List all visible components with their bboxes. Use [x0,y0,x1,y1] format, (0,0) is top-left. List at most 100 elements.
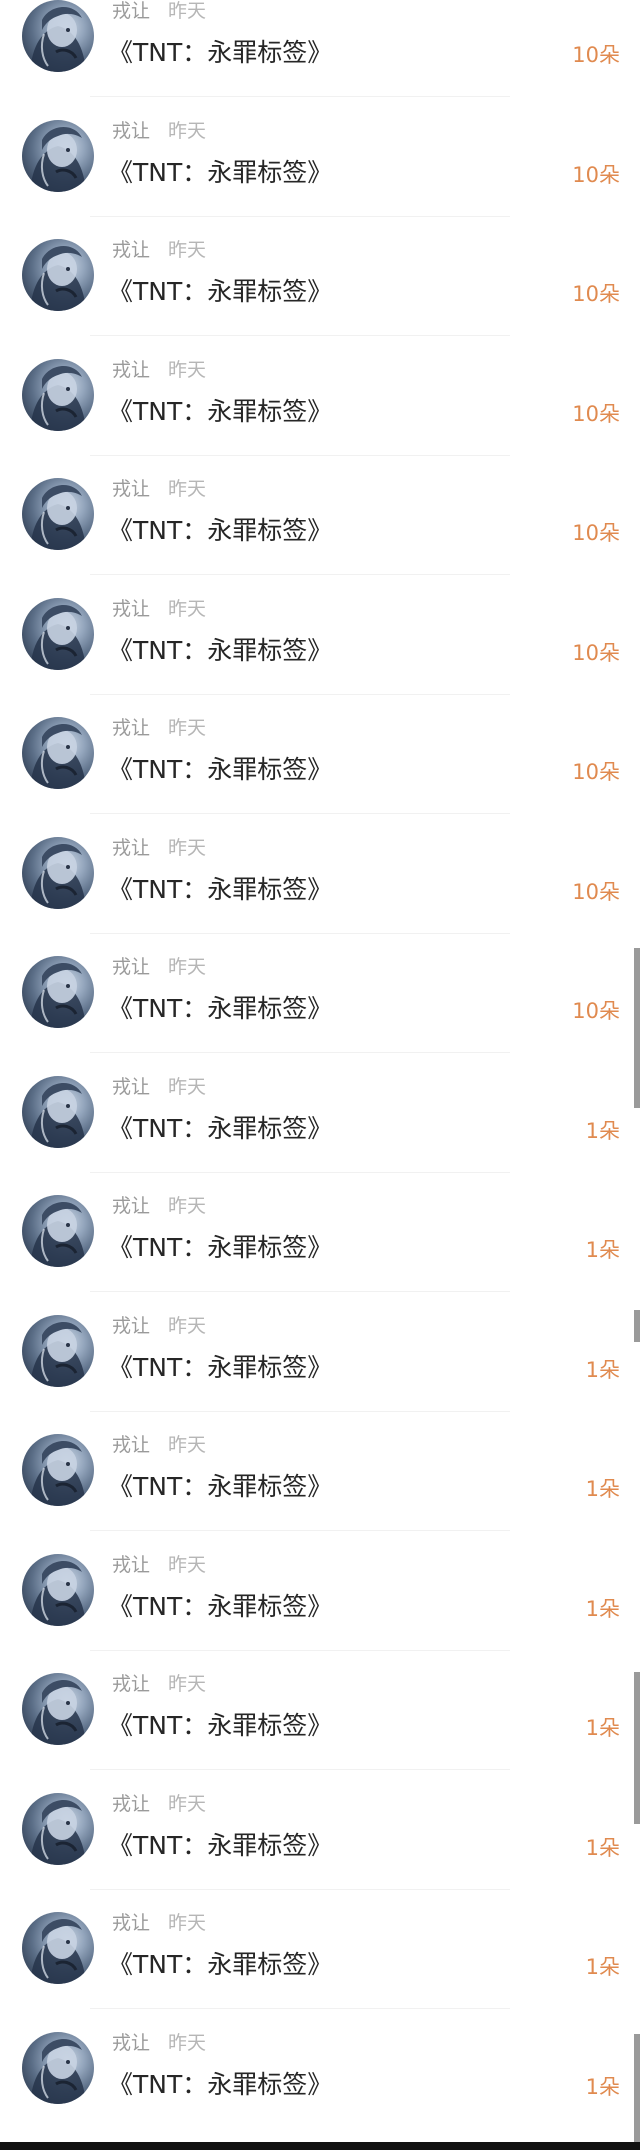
avatar[interactable] [22,836,94,909]
item-meta: 戎让 昨天 [112,119,206,143]
book-title[interactable]: 《TNT：永罪标签》 [108,633,332,669]
avatar[interactable] [22,1912,94,1984]
gift-amount: 1朵 [585,1835,620,1860]
book-title[interactable]: 《TNT：永罪标签》 [108,35,332,71]
gift-amount: 1朵 [585,1238,620,1262]
avatar[interactable] [22,1314,94,1387]
avatar[interactable] [22,1434,94,1506]
avatar[interactable] [22,956,94,1028]
avatar[interactable] [22,119,94,192]
avatar-art [30,723,86,789]
gift-amount: 10朵 [572,162,620,187]
book-title[interactable]: 《TNT：永罪标签》 [108,752,332,788]
sender-name[interactable]: 戎让 [112,1793,150,1815]
divider [90,96,510,97]
item-meta: 戎让 昨天 [112,358,206,382]
avatar[interactable] [22,1075,94,1148]
book-title[interactable]: 《TNT：永罪标签》 [108,394,332,430]
timestamp: 昨天 [168,717,207,739]
sender-name[interactable]: 戎让 [112,478,150,500]
book-title[interactable]: 《TNT：永罪标签》 [108,1708,332,1744]
list-item[interactable]: 戎让 昨天 《TNT：永罪标签》 1朵 [0,1672,640,1792]
book-title[interactable]: 《TNT：永罪标签》 [108,2067,332,2103]
book-title[interactable]: 《TNT：永罪标签》 [108,1828,332,1864]
gift-amount: 10朵 [572,760,620,784]
scroll-indicator [634,1310,640,1342]
sender-name[interactable]: 戎让 [112,1315,150,1337]
avatar[interactable] [22,597,94,670]
divider [90,1171,510,1173]
sender-name[interactable]: 戎让 [112,359,150,381]
list-item[interactable]: 戎让 昨天 《TNT：永罪标签》 10朵 [0,597,640,717]
sender-name[interactable]: 戎让 [112,120,150,142]
list-item[interactable]: 戎让 昨天 《TNT：永罪标签》 1朵 [0,2031,640,2150]
avatar-art [30,1082,86,1148]
divider [90,1530,510,1531]
avatar[interactable] [22,1195,94,1267]
sender-name[interactable]: 戎让 [112,1912,150,1934]
avatar-art [30,843,86,909]
item-meta: 戎让 昨天 [112,1672,206,1696]
avatar[interactable] [22,717,94,789]
book-title[interactable]: 《TNT：永罪标签》 [108,1230,332,1266]
list-item[interactable]: 戎让 昨天 《TNT：永罪标签》 1朵 [0,1553,640,1673]
book-title[interactable]: 《TNT：永罪标签》 [108,1589,332,1625]
list-item[interactable]: 戎让 昨天 《TNT：永罪标签》 10朵 [0,955,640,1075]
sender-name[interactable]: 戎让 [112,717,150,739]
avatar[interactable] [22,0,94,72]
gift-amount: 1朵 [585,1955,620,1979]
book-title[interactable]: 《TNT：永罪标签》 [108,1111,332,1147]
item-meta: 戎让 昨天 [112,1553,206,1577]
sender-name[interactable]: 戎让 [112,1434,150,1456]
sender-name[interactable]: 戎让 [112,1195,150,1217]
timestamp: 昨天 [168,119,207,142]
avatar[interactable] [22,478,94,550]
book-title[interactable]: 《TNT：永罪标签》 [108,513,332,549]
list-item[interactable]: 戎让 昨天 《TNT：永罪标签》 1朵 [0,1433,640,1553]
list-item[interactable]: 戎让 昨天 《TNT：永罪标签》 1朵 [0,1792,640,1912]
sender-name[interactable]: 戎让 [112,1076,150,1098]
list-item[interactable]: 戎让 昨天 《TNT：永罪标签》 1朵 [0,1911,640,2031]
avatar[interactable] [22,239,94,311]
avatar[interactable] [22,1553,94,1626]
avatar-art [30,604,86,670]
divider [90,574,510,575]
divider [90,1888,510,1890]
sender-name[interactable]: 戎让 [112,1673,150,1695]
avatar[interactable] [22,1792,94,1865]
list-item[interactable]: 戎让 昨天 《TNT：永罪标签》 10朵 [0,836,640,956]
sender-name[interactable]: 戎让 [112,956,150,978]
timestamp: 昨天 [168,239,207,261]
list-item[interactable]: 戎让 昨天 《TNT：永罪标签》 10朵 [0,0,640,119]
book-title[interactable]: 《TNT：永罪标签》 [108,1947,332,1983]
divider [90,1649,510,1651]
book-title[interactable]: 《TNT：永罪标签》 [108,991,332,1027]
book-title[interactable]: 《TNT：永罪标签》 [108,274,332,310]
list-item[interactable]: 戎让 昨天《TNT：永罪标签》 10朵 [0,119,640,239]
list-item[interactable]: 戎让 昨天《TNT：永罪标签》 1朵 [0,1194,640,1314]
avatar-art [30,962,86,1028]
sender-name[interactable]: 戎让 [112,1554,150,1576]
sender-name[interactable]: 戎让 [112,598,150,620]
book-title[interactable]: 《TNT：永罪标签》 [108,872,332,908]
book-title[interactable]: 《TNT：永罪标签》 [108,155,332,191]
book-title[interactable]: 《TNT：永罪标签》 [108,1350,332,1386]
avatar-art [30,365,86,431]
list-item[interactable]: 戎让 昨天 《TNT：永罪标签》 10朵 [0,358,640,478]
sender-name[interactable]: 戎让 [112,837,150,859]
sender-name[interactable]: 戎让 [112,239,150,261]
list-item[interactable]: 戎让 昨天《TNT：永罪标签》 10朵 [0,716,640,836]
avatar[interactable] [22,358,94,431]
list-item[interactable]: 戎让 昨天 《TNT：永罪标签》 1朵 [0,1314,640,1434]
list-item[interactable]: 戎让 昨天 《TNT：永罪标签》 10朵 [0,238,640,358]
book-title[interactable]: 《TNT：永罪标签》 [108,1469,332,1505]
sender-name[interactable]: 戎让 [112,0,150,22]
avatar-art [30,1799,86,1865]
sender-name[interactable]: 戎让 [112,2032,150,2054]
timestamp: 昨天 [168,1195,207,1217]
list-item[interactable]: 戎让 昨天 《TNT：永罪标签》 10朵 [0,477,640,597]
gift-amount: 10朵 [572,640,620,665]
avatar[interactable] [22,1673,94,1745]
list-item[interactable]: 戎让 昨天 《TNT：永罪标签》 1朵 [0,1075,640,1195]
avatar[interactable] [22,2031,94,2104]
